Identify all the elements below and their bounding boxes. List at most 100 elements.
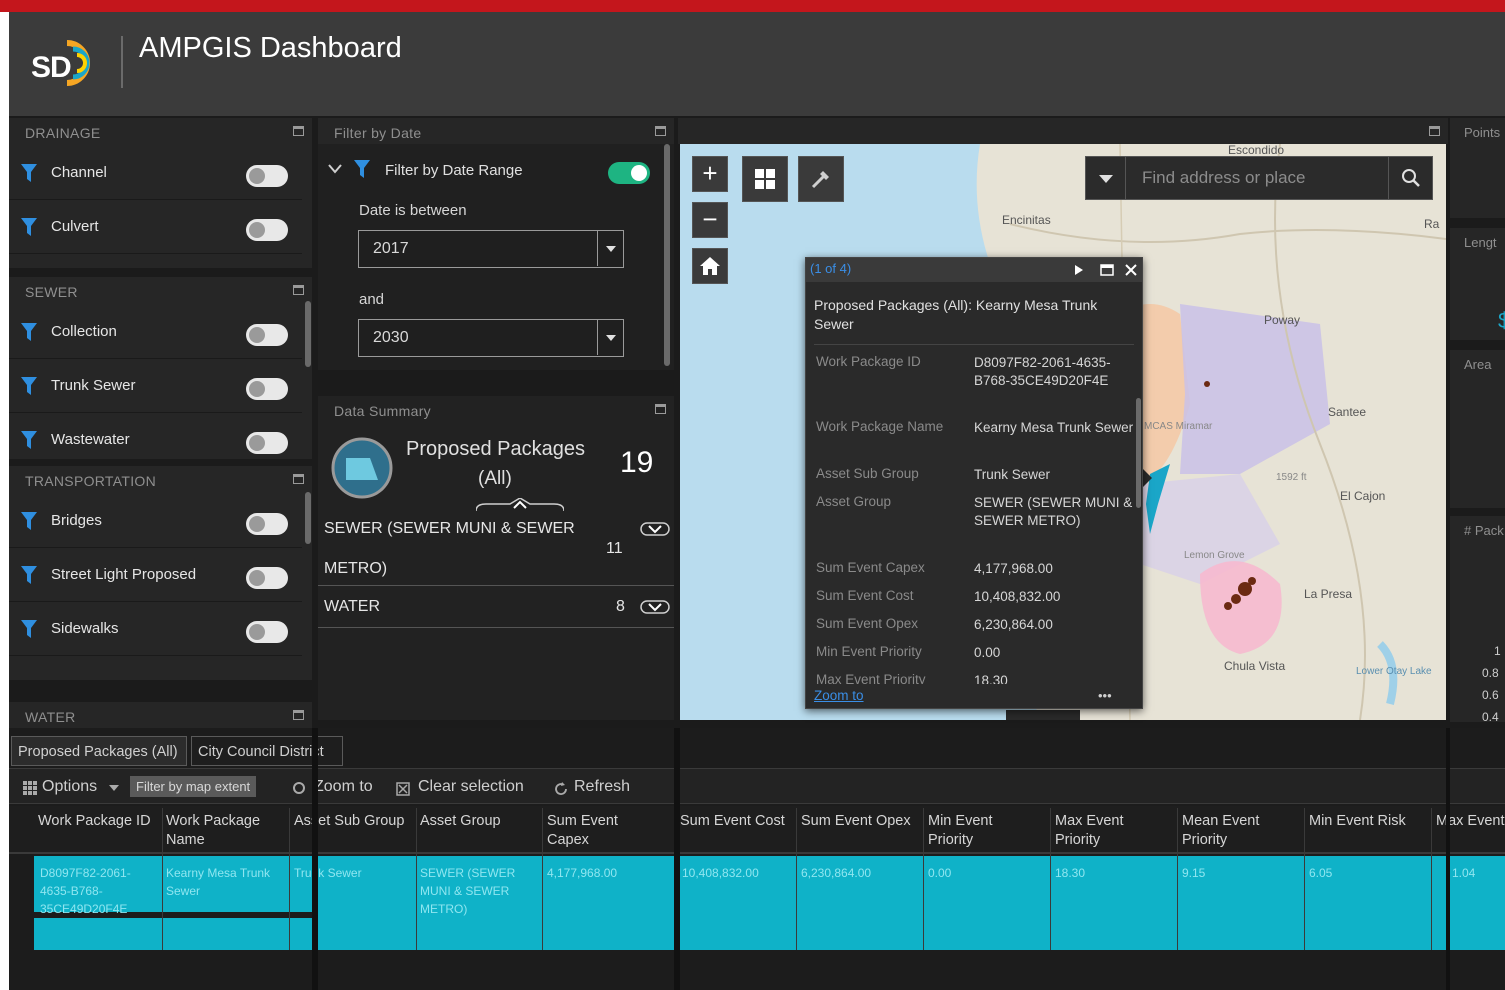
maximize-icon[interactable]: [655, 404, 666, 414]
layer-row-culvert[interactable]: Culvert: [9, 200, 302, 254]
zoom-to-button[interactable]: Zoom to: [314, 778, 373, 796]
popup-scrollbar[interactable]: [1136, 398, 1141, 508]
options-menu[interactable]: Options: [42, 778, 97, 796]
start-date-select[interactable]: 2017: [358, 230, 624, 268]
app-root: SD AMPGIS Dashboard DRAINAGE Channel Cul…: [0, 0, 1505, 990]
layer-toggle[interactable]: [246, 378, 288, 400]
filter-label: Filter by Date Range: [385, 162, 523, 179]
tab-city-council[interactable]: City Council District: [191, 736, 343, 766]
scrollbar[interactable]: [305, 492, 311, 544]
layer-toggle[interactable]: [246, 324, 288, 346]
layer-toggle[interactable]: [246, 513, 288, 535]
map-label-lemon-grove: Lemon Grove: [1184, 550, 1245, 561]
filter-icon[interactable]: [21, 323, 37, 341]
layer-row-street-light[interactable]: Street Light Proposed: [9, 548, 302, 602]
expand-icon[interactable]: [640, 522, 670, 536]
layer-toggle[interactable]: [246, 432, 288, 454]
basemap-gallery-button[interactable]: [742, 156, 788, 202]
col-mean-event-priority[interactable]: Mean Event Priority: [1182, 812, 1292, 850]
cell-sum-event-capex: 4,177,968.00: [547, 866, 618, 880]
panel-title: Points: [1464, 125, 1501, 140]
maximize-icon[interactable]: [1429, 126, 1440, 136]
attr-value: Trunk Sewer: [974, 467, 1051, 482]
filter-icon[interactable]: [21, 377, 37, 395]
column-divider: [289, 808, 290, 950]
water-group: WATER: [9, 702, 312, 728]
end-date-select[interactable]: 2030: [358, 319, 624, 357]
filter-icon[interactable]: [21, 218, 37, 236]
summary-row-sewer[interactable]: SEWER (SEWER MUNI & SEWER METRO) 11: [318, 510, 674, 586]
layer-row-channel[interactable]: Channel: [9, 146, 302, 200]
col-min-event-risk[interactable]: Min Event Risk: [1309, 812, 1429, 831]
maximize-icon[interactable]: [655, 126, 666, 136]
maximize-icon[interactable]: [293, 126, 304, 136]
panel-title: Area: [1464, 357, 1492, 372]
filter-icon[interactable]: [21, 164, 37, 182]
measure-button[interactable]: [798, 156, 844, 202]
col-work-package-id[interactable]: Work Package ID: [38, 812, 160, 831]
layer-row-trunk-sewer[interactable]: Trunk Sewer: [9, 359, 302, 413]
layer-toggle[interactable]: [246, 567, 288, 589]
search-source-dropdown[interactable]: [1086, 157, 1126, 199]
map-label-elevation: 1592 ft: [1276, 472, 1307, 483]
col-max-event-priority[interactable]: Max Event Priority: [1055, 812, 1165, 850]
col-asset-group[interactable]: Asset Group: [420, 812, 540, 831]
col-sum-event-opex[interactable]: Sum Event Opex: [801, 812, 923, 831]
maximize-icon[interactable]: [293, 285, 304, 295]
layer-row-bridges[interactable]: Bridges: [9, 494, 302, 548]
refresh-button[interactable]: Refresh: [574, 778, 630, 796]
col-work-package-name[interactable]: Work Package Name: [166, 812, 286, 850]
attr-value: 6,230,864.00: [974, 617, 1053, 632]
summary-row-water[interactable]: WATER 8: [318, 588, 674, 628]
col-min-event-priority[interactable]: Min Event Priority: [928, 812, 1038, 850]
close-icon[interactable]: [1124, 263, 1138, 277]
filter-icon[interactable]: [21, 566, 37, 584]
layer-toggle[interactable]: [246, 165, 288, 187]
package-icon: [331, 437, 393, 499]
zoom-out-button[interactable]: −: [692, 202, 728, 238]
more-actions-button[interactable]: •••: [1098, 688, 1112, 703]
axis-tick: 1: [1494, 644, 1501, 658]
zoom-in-button[interactable]: +: [692, 156, 728, 192]
zoom-to-link[interactable]: Zoom to: [814, 688, 864, 703]
attr-key: Sum Event Opex: [816, 616, 919, 631]
layer-row-wastewater[interactable]: Wastewater: [9, 413, 302, 459]
city-logo: SD: [29, 37, 99, 87]
map-label-ra: Ra: [1424, 217, 1440, 231]
maximize-icon[interactable]: [293, 474, 304, 484]
tab-proposed-packages[interactable]: Proposed Packages (All): [11, 736, 187, 766]
layer-toggle[interactable]: [246, 621, 288, 643]
col-sum-event-capex[interactable]: Sum Event Capex: [547, 812, 657, 850]
filter-icon[interactable]: [21, 620, 37, 638]
dropdown-arrow-icon[interactable]: [597, 231, 623, 266]
col-sum-event-cost[interactable]: Sum Event Cost: [680, 812, 798, 831]
map-resize-handle[interactable]: [1006, 710, 1080, 720]
clear-selection-button[interactable]: Clear selection: [418, 778, 524, 796]
layer-row-collection[interactable]: Collection: [9, 305, 302, 359]
home-button[interactable]: [692, 248, 728, 284]
search-widget: [1085, 156, 1433, 200]
search-input[interactable]: [1128, 157, 1388, 199]
expand-icon[interactable]: [640, 600, 670, 614]
clear-selection-icon: [396, 782, 410, 796]
scrollbar[interactable]: [305, 301, 311, 367]
chevron-down-icon[interactable]: [108, 784, 120, 792]
chevron-down-icon[interactable]: [328, 164, 342, 174]
dropdown-arrow-icon[interactable]: [597, 320, 623, 355]
scrollbar[interactable]: [664, 144, 670, 366]
filter-icon[interactable]: [21, 512, 37, 530]
filter-toggle[interactable]: [608, 162, 650, 184]
next-feature-icon[interactable]: [1074, 264, 1084, 276]
search-button[interactable]: [1388, 157, 1432, 199]
cell-min-event-risk: 6.05: [1309, 866, 1333, 880]
popup-clip: Max Event Priority 18.30: [806, 670, 1142, 684]
filter-icon[interactable]: [21, 431, 37, 449]
summary-panel-title: Data Summary: [334, 403, 431, 419]
layer-row-sidewalks[interactable]: Sidewalks: [9, 602, 302, 656]
layer-toggle[interactable]: [246, 219, 288, 241]
maximize-popup-icon[interactable]: [1100, 264, 1114, 276]
filter-by-extent-button[interactable]: Filter by map extent: [130, 776, 257, 797]
map-label-el-cajon: El Cajon: [1340, 489, 1385, 503]
maximize-icon[interactable]: [293, 710, 304, 720]
layer-label: Street Light Proposed: [51, 566, 197, 583]
